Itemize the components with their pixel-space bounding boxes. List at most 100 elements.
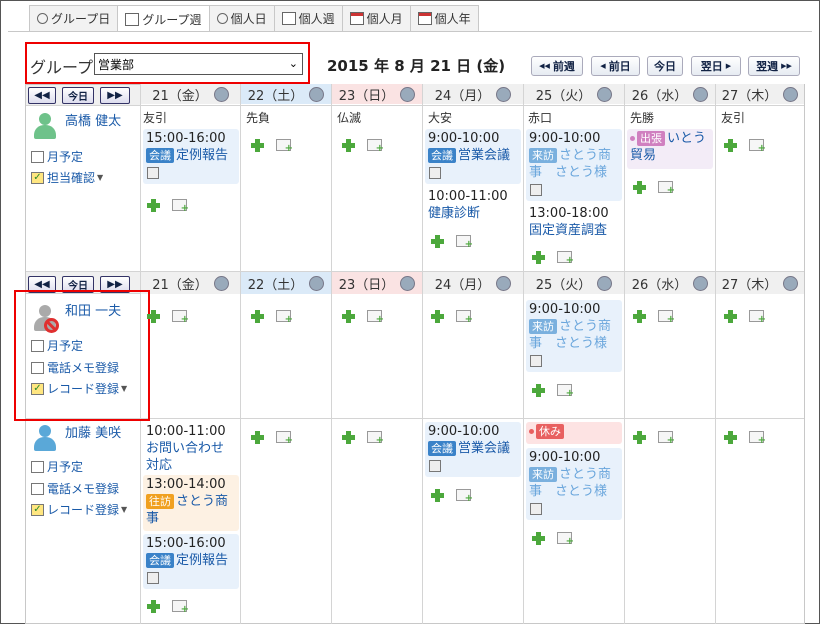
add-folder-icon[interactable]: [749, 310, 766, 325]
schedule-event[interactable]: 出張 いとう貿易: [627, 129, 713, 169]
add-schedule-icon[interactable]: [431, 235, 444, 248]
add-folder-icon[interactable]: [456, 235, 473, 250]
monthly-schedule-link[interactable]: 月予定: [31, 458, 83, 475]
tab-personal-month[interactable]: 個人月: [341, 5, 411, 31]
user-icon[interactable]: [597, 86, 613, 102]
add-folder-icon[interactable]: [456, 489, 473, 504]
add-schedule-icon[interactable]: [147, 600, 160, 613]
monthly-schedule-link[interactable]: 月予定: [31, 148, 83, 165]
add-schedule-icon[interactable]: [342, 431, 355, 444]
add-schedule-icon[interactable]: [532, 251, 545, 264]
add-folder-icon[interactable]: [749, 431, 766, 446]
tab-group-week[interactable]: グループ週: [117, 5, 210, 32]
user-icon[interactable]: [213, 86, 229, 102]
add-schedule-icon[interactable]: [251, 310, 264, 323]
add-schedule-icon[interactable]: [147, 310, 160, 323]
user-name[interactable]: 高橋 健太: [65, 110, 121, 129]
add-schedule-icon[interactable]: [431, 310, 444, 323]
add-schedule-icon[interactable]: [532, 532, 545, 545]
today-button[interactable]: 今日: [647, 56, 683, 76]
next-day-button[interactable]: 翌日 ▶: [691, 56, 741, 76]
schedule-event[interactable]: 13:00-14:00 往訪 さとう商事: [143, 475, 239, 531]
schedule-event[interactable]: 15:00-16:00 会議 定例報告: [143, 129, 239, 184]
user-icon[interactable]: [496, 86, 512, 102]
add-schedule-icon[interactable]: [342, 139, 355, 152]
add-schedule-icon[interactable]: [633, 310, 646, 323]
schedule-event[interactable]: 13:00-18:00 固定資産調査: [526, 204, 622, 240]
add-schedule-icon[interactable]: [724, 139, 737, 152]
schedule-event[interactable]: 9:00-10:00 会議 営業会議: [425, 129, 521, 184]
add-folder-icon[interactable]: [557, 251, 574, 266]
group-day-icon: [37, 13, 48, 24]
add-folder-icon[interactable]: [367, 431, 384, 446]
add-folder-icon[interactable]: [172, 600, 189, 615]
add-schedule-icon[interactable]: [251, 431, 264, 444]
user-icon[interactable]: [309, 86, 325, 102]
tab-group-day[interactable]: グループ日: [29, 5, 119, 31]
user-icon[interactable]: [693, 86, 709, 102]
mini-next-button[interactable]: ▶▶: [100, 87, 130, 104]
day-header: 21（金）: [141, 272, 240, 294]
add-folder-icon[interactable]: [658, 181, 675, 196]
schedule-event[interactable]: 10:00-11:00 健康診断: [425, 187, 521, 223]
add-schedule-icon[interactable]: [633, 181, 646, 194]
monthly-schedule-link[interactable]: 月予定: [31, 337, 83, 354]
user-icon[interactable]: [400, 275, 416, 291]
schedule-event[interactable]: 9:00-10:00 来訪 さとう商事 さとう様: [526, 300, 622, 372]
add-folder-icon[interactable]: [276, 139, 293, 154]
schedule-event[interactable]: 9:00-10:00 会議 営業会議: [425, 422, 521, 477]
schedule-event[interactable]: 9:00-10:00 来訪 さとう商事 さとう様: [526, 129, 622, 201]
add-folder-icon[interactable]: [456, 310, 473, 325]
record-register-link[interactable]: ✓ レコード登録 ▼: [31, 380, 127, 397]
prev-day-button[interactable]: ◀ 前日: [591, 56, 640, 76]
user-icon[interactable]: [496, 275, 512, 291]
add-schedule-icon[interactable]: [633, 431, 646, 444]
user-icon[interactable]: [783, 275, 799, 291]
user-icon[interactable]: [309, 275, 325, 291]
user-icon[interactable]: [783, 86, 799, 102]
add-schedule-icon[interactable]: [724, 431, 737, 444]
view-tabs: グループ日 グループ週 個人日 個人週 個人月 個人年: [29, 5, 479, 32]
add-folder-icon[interactable]: [172, 310, 189, 325]
user-icon[interactable]: [693, 275, 709, 291]
add-folder-icon[interactable]: [276, 431, 293, 446]
tab-personal-day[interactable]: 個人日: [208, 5, 275, 31]
add-schedule-icon[interactable]: [251, 139, 264, 152]
add-folder-icon[interactable]: [276, 310, 293, 325]
add-folder-icon[interactable]: [658, 431, 675, 446]
add-folder-icon[interactable]: [172, 199, 189, 214]
schedule-event[interactable]: 10:00-11:00 お問い合わせ対応: [143, 422, 239, 474]
add-folder-icon[interactable]: [367, 310, 384, 325]
add-schedule-icon[interactable]: [431, 489, 444, 502]
add-folder-icon[interactable]: [557, 384, 574, 399]
record-register-link[interactable]: ✓ レコード登録 ▼: [31, 501, 127, 518]
user-icon[interactable]: [213, 275, 229, 291]
add-schedule-icon[interactable]: [147, 199, 160, 212]
schedule-event[interactable]: 9:00-10:00 来訪 さとう商事 さとう様: [526, 448, 622, 520]
schedule-event[interactable]: 15:00-16:00 会議 定例報告: [143, 534, 239, 589]
add-schedule-icon[interactable]: [532, 384, 545, 397]
add-schedule-icon[interactable]: [342, 310, 355, 323]
prev-week-button[interactable]: ◀◀ 前週: [531, 56, 583, 76]
tab-personal-year[interactable]: 個人年: [409, 5, 479, 31]
phone-memo-link[interactable]: 電話メモ登録: [31, 359, 119, 376]
group-select[interactable]: 営業部 ⌄: [94, 53, 303, 75]
schedule-event[interactable]: 休み: [526, 422, 622, 444]
mini-today-button[interactable]: 今日: [62, 87, 94, 104]
user-name[interactable]: 加藤 美咲: [65, 422, 121, 441]
add-schedule-icon[interactable]: [724, 310, 737, 323]
add-folder-icon[interactable]: [557, 532, 574, 547]
add-folder-icon[interactable]: [658, 310, 675, 325]
user-icon[interactable]: [597, 275, 613, 291]
next-week-button[interactable]: 翌週 ▶▶: [748, 56, 800, 76]
user-name[interactable]: 和田 一夫: [65, 300, 121, 319]
assign-check-link[interactable]: ✓ 担当確認 ▼: [31, 169, 103, 186]
calendar-icon: [31, 339, 44, 352]
add-folder-icon[interactable]: [367, 139, 384, 154]
tab-personal-week[interactable]: 個人週: [273, 5, 343, 31]
mini-prev-button[interactable]: ◀◀: [28, 87, 56, 104]
add-folder-icon[interactable]: [749, 139, 766, 154]
avatar: [33, 425, 57, 451]
user-icon[interactable]: [400, 86, 416, 102]
phone-memo-link[interactable]: 電話メモ登録: [31, 480, 119, 497]
